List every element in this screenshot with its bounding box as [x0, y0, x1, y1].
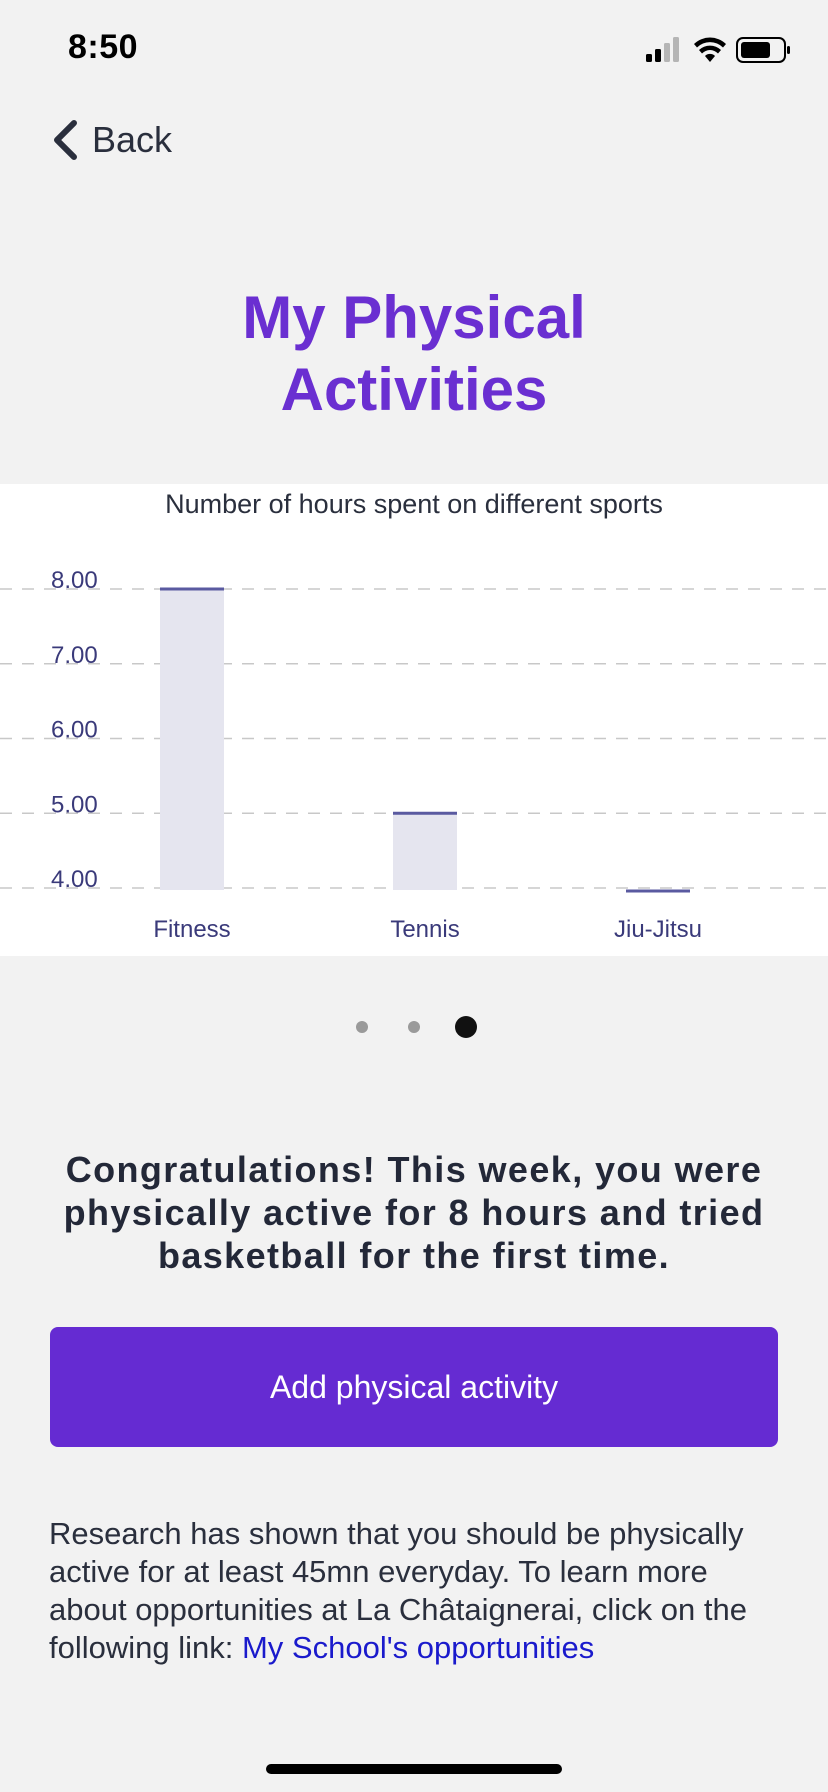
chevron-left-icon [54, 120, 77, 160]
school-opportunities-link[interactable]: My School's opportunities [242, 1630, 594, 1665]
status-time: 8:50 [68, 28, 139, 66]
congratulations-message: Congratulations! This week, you were phy… [63, 1149, 765, 1276]
chart-bar-cap-jiu-jitsu [626, 889, 690, 893]
page-title: My Physical Activities [0, 282, 828, 426]
chart-y-tick-label: 8.00 [51, 567, 98, 594]
home-indicator [266, 1764, 562, 1774]
page-dot-active[interactable] [455, 1016, 477, 1038]
chart-bar-tennis [393, 813, 457, 890]
chart-y-tick-label: 7.00 [51, 642, 98, 669]
chart-y-tick-label: 5.00 [51, 791, 98, 818]
chart-x-label: Jiu-Jitsu [614, 916, 702, 943]
battery-icon [736, 37, 790, 63]
add-physical-activity-button[interactable]: Add physical activity [50, 1327, 778, 1447]
status-bar: 8:50 [0, 0, 828, 100]
chart-y-tick-label: 6.00 [51, 717, 98, 744]
chart-bar-cap-tennis [393, 811, 457, 815]
chart-bars [160, 587, 690, 893]
chart-y-ticks: 8.00 7.00 6.00 5.00 4.00 [51, 567, 98, 893]
page-indicator [0, 1016, 828, 1038]
chart-x-labels: Fitness Tennis Jiu-Jitsu [153, 916, 702, 943]
research-paragraph: Research has shown that you should be ph… [49, 1515, 789, 1667]
page-dot[interactable] [408, 1021, 420, 1033]
page-title-line1: My Physical [242, 284, 586, 351]
chart-title: Number of hours spent on different sport… [165, 489, 663, 519]
bar-chart: Number of hours spent on different sport… [0, 489, 828, 943]
wifi-icon [694, 37, 726, 62]
chart-x-label: Tennis [390, 916, 459, 943]
back-label: Back [92, 119, 173, 160]
page-dot[interactable] [356, 1021, 368, 1033]
cellular-signal-icon [646, 37, 679, 62]
page-title-line2: Activities [280, 356, 548, 423]
back-button[interactable]: Back [50, 114, 172, 166]
chart-bar-fitness [160, 589, 224, 890]
chart-panel: Number of hours spent on different sport… [0, 484, 828, 956]
status-icons [646, 37, 790, 63]
chart-bar-cap-fitness [160, 587, 224, 591]
chart-x-label: Fitness [153, 916, 230, 943]
chart-y-tick-label: 4.00 [51, 866, 98, 893]
